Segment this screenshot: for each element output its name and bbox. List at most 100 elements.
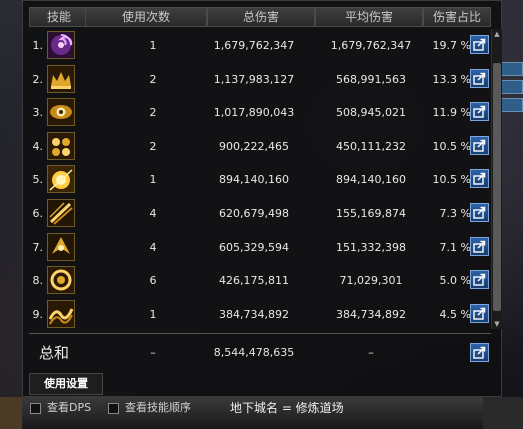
skill-golden-orbs-icon[interactable] (47, 131, 75, 160)
row-total-damage: 426,175,811 (219, 274, 289, 288)
row-share-button[interactable] (470, 35, 489, 54)
row-uses: 4 (149, 207, 157, 220)
header-average-damage[interactable]: 平均伤害 (315, 7, 423, 27)
row-total-damage: 900,222,465 (219, 139, 289, 153)
row-rank: 5. (32, 173, 44, 187)
row-total-damage: 620,679,498 (219, 207, 289, 220)
row-total-damage: 1,017,890,043 (213, 106, 295, 120)
row-damage-share: 5.0 % (439, 274, 471, 288)
share-icon (473, 206, 486, 219)
header-skill[interactable]: 技能 (29, 7, 89, 27)
table-row[interactable]: 1. 1 1,679,762,347 1,679,762,347 19.7 % (23, 29, 489, 63)
share-icon (473, 307, 486, 320)
row-share-button[interactable] (470, 135, 489, 155)
table-row[interactable]: 7. 4 605,329,594 151,332,398 7.1 % (23, 231, 489, 265)
row-average-damage: 155,169,874 (336, 207, 406, 220)
dps-checkbox-group[interactable]: 查看DPS (30, 400, 91, 416)
skill-golden-ring-icon[interactable] (47, 266, 75, 295)
row-damage-share: 10.5 % (432, 173, 471, 187)
row-share-button[interactable] (470, 102, 489, 122)
row-rank: 4. (32, 139, 44, 153)
summary-share-button[interactable] (470, 343, 489, 362)
skill-golden-slash-icon[interactable] (47, 199, 75, 227)
row-total-damage: 384,734,892 (219, 307, 289, 321)
row-damage-share: 7.1 % (439, 240, 471, 254)
table-row[interactable]: 6. 4 620,679,498 155,169,874 7.3 % (23, 197, 489, 231)
table-row[interactable]: 5. 1 894,140,160 894,140,160 10.5 % (23, 163, 489, 197)
summary-total-damage: 8,544,478,635 (213, 346, 295, 359)
dungeon-name: 地下城名 = 修炼道场 (230, 401, 344, 415)
settings-tab[interactable]: 使用设置 (29, 373, 103, 395)
share-icon (473, 38, 486, 51)
row-share-button[interactable] (470, 203, 489, 222)
row-average-damage: 508,945,021 (336, 106, 406, 120)
header-damage-share[interactable]: 伤害占比 (423, 7, 491, 27)
row-rank: 8. (32, 274, 44, 288)
share-icon (473, 240, 486, 253)
table-row[interactable]: 9. 1 384,734,892 384,734,892 4.5 % (23, 298, 489, 332)
table-row[interactable]: 4. 2 900,222,465 450,111,232 10.5 % (23, 130, 489, 164)
row-rank: 2. (32, 72, 44, 86)
row-uses: 4 (149, 240, 157, 254)
row-share-button[interactable] (470, 68, 489, 88)
row-rank: 1. (32, 39, 44, 52)
row-total-damage: 894,140,160 (219, 173, 289, 187)
row-damage-share: 7.3 % (439, 207, 471, 220)
scrollbar[interactable]: ▲ ▼ (491, 29, 502, 329)
row-share-button[interactable] (470, 303, 489, 323)
scroll-thumb[interactable] (493, 63, 501, 311)
share-icon (473, 346, 486, 359)
row-uses: 2 (149, 72, 157, 86)
row-uses: 1 (149, 307, 157, 321)
summary-row: 总和 – 8,544,478,635 – (23, 339, 503, 367)
table-header: 技能 使用次数 总伤害 平均伤害 伤害占比 (23, 7, 503, 27)
dps-checkbox[interactable] (30, 402, 41, 414)
row-average-damage: 450,111,232 (336, 139, 406, 153)
damage-statistics-panel: 技能 使用次数 总伤害 平均伤害 伤害占比 1. 1 1,679,762,347 1,… (22, 0, 502, 397)
share-icon (473, 72, 486, 85)
row-average-damage: 384,734,892 (336, 307, 406, 321)
row-uses: 1 (149, 39, 157, 52)
row-rank: 6. (32, 207, 44, 220)
row-share-button[interactable] (470, 236, 489, 256)
row-share-button[interactable] (470, 169, 489, 189)
bottom-right-ornament (483, 397, 523, 429)
bottom-bar: 查看DPS 查看技能顺序 地下城名 = 修炼道场 (0, 397, 523, 429)
row-average-damage: 151,332,398 (336, 240, 406, 254)
row-total-damage: 1,137,983,127 (213, 72, 295, 86)
table-row[interactable]: 3. 2 1,017,890,043 508,945,021 11.9 % (23, 96, 489, 130)
skill-golden-strike-icon[interactable] (47, 232, 75, 261)
row-average-damage: 894,140,160 (336, 173, 406, 187)
summary-label: 总和 (39, 344, 70, 362)
row-rank: 9. (32, 307, 44, 321)
table-row[interactable]: 8. 6 426,175,811 71,029,301 5.0 % (23, 264, 489, 298)
scroll-up-icon[interactable]: ▲ (492, 29, 502, 39)
divider (29, 333, 491, 334)
skill-order-checkbox[interactable] (108, 402, 119, 414)
summary-average-damage: – (368, 346, 374, 359)
skill-golden-crown-icon[interactable] (47, 64, 75, 93)
row-uses: 2 (149, 106, 157, 120)
order-checkbox-group[interactable]: 查看技能顺序 (108, 400, 191, 416)
share-icon (473, 273, 486, 286)
row-average-damage: 1,679,762,347 (330, 39, 412, 52)
scroll-down-icon[interactable]: ▼ (492, 319, 502, 329)
header-uses[interactable]: 使用次数 (85, 7, 207, 27)
skill-golden-eye-icon[interactable] (47, 98, 75, 127)
row-total-damage: 605,329,594 (219, 240, 289, 254)
row-rank: 3. (32, 106, 44, 120)
row-average-damage: 568,991,563 (336, 72, 406, 86)
skill-golden-wave-icon[interactable] (47, 299, 75, 328)
row-damage-share: 10.5 % (432, 139, 471, 153)
share-icon (473, 173, 486, 186)
row-damage-share: 13.3 % (432, 72, 471, 86)
row-damage-share: 11.9 % (432, 106, 471, 120)
summary-uses: – (150, 346, 156, 359)
row-uses: 2 (149, 139, 157, 153)
header-total-damage[interactable]: 总伤害 (207, 7, 315, 27)
skill-violet-vortex-icon[interactable] (47, 31, 75, 59)
table-row[interactable]: 2. 2 1,137,983,127 568,991,563 13.3 % (23, 63, 489, 97)
row-uses: 6 (149, 274, 157, 288)
row-share-button[interactable] (470, 270, 489, 290)
skill-golden-burst-icon[interactable] (47, 165, 75, 194)
